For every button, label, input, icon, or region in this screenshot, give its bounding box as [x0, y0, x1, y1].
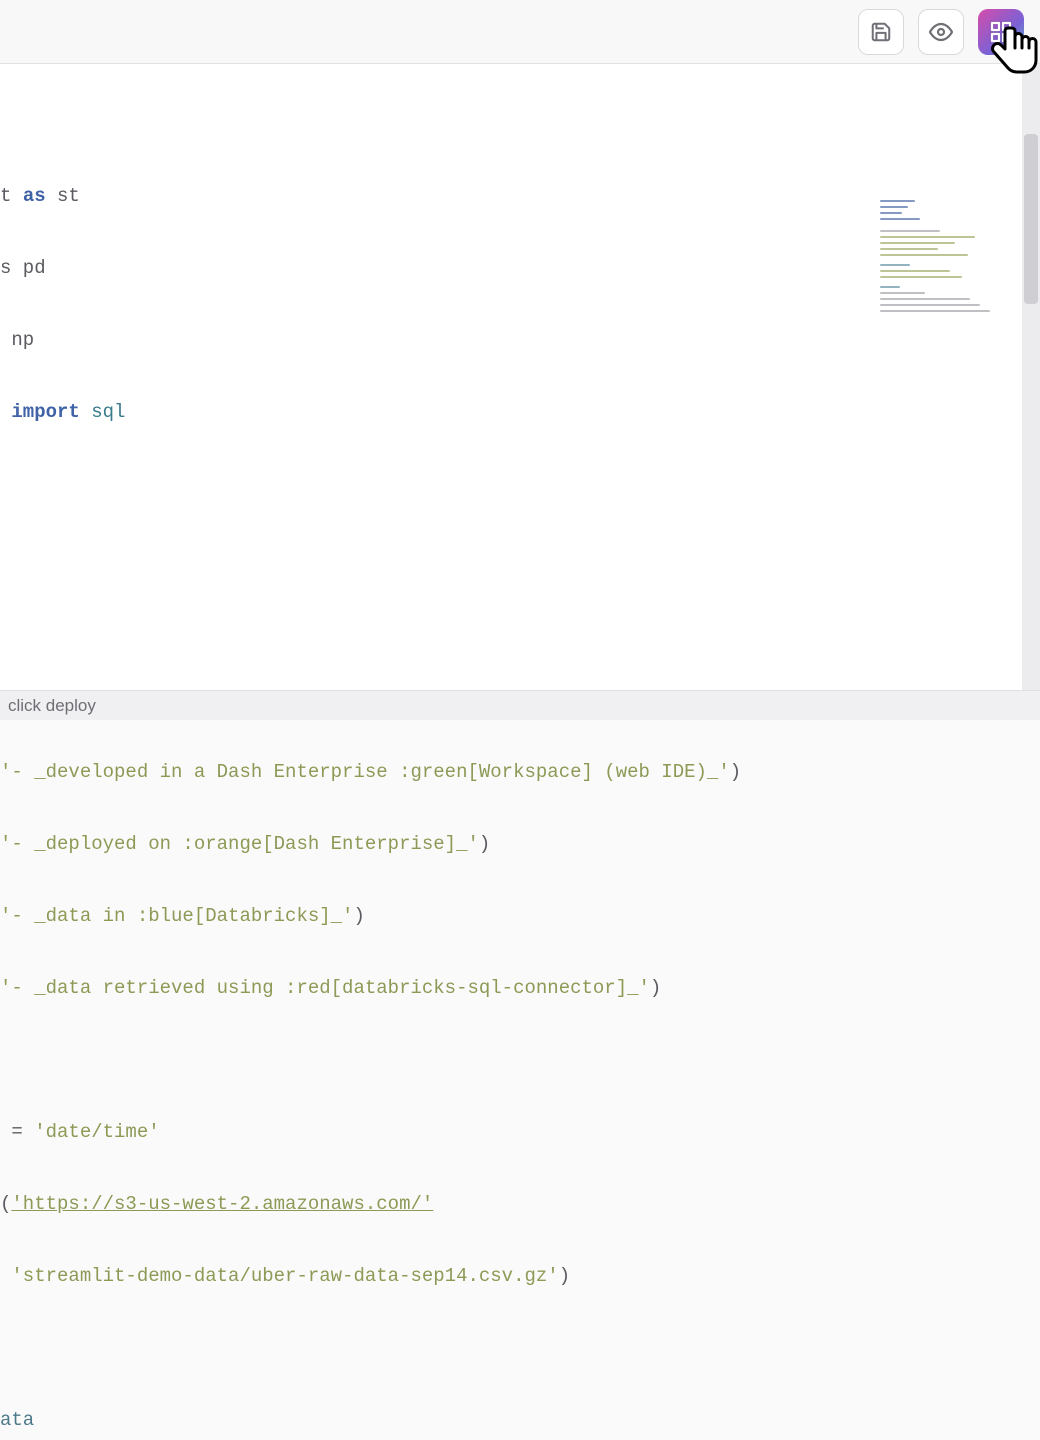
deploy-button[interactable]: [978, 9, 1024, 55]
status-bar: click deploy: [0, 690, 1040, 720]
eye-icon: [929, 20, 953, 44]
save-icon: [870, 21, 892, 43]
code-editor[interactable]: t as st s pd np import sql treamlit App …: [0, 64, 1040, 690]
toolbar: [0, 0, 1040, 64]
minimap: [880, 200, 1010, 350]
save-button[interactable]: [858, 9, 904, 55]
vertical-scrollbar[interactable]: [1022, 64, 1040, 704]
status-hint: click deploy: [8, 696, 96, 716]
preview-button[interactable]: [918, 9, 964, 55]
deploy-icon: [989, 20, 1013, 44]
code-content: t as st s pd np import sql treamlit App …: [0, 64, 741, 1440]
scrollbar-thumb[interactable]: [1024, 134, 1038, 304]
